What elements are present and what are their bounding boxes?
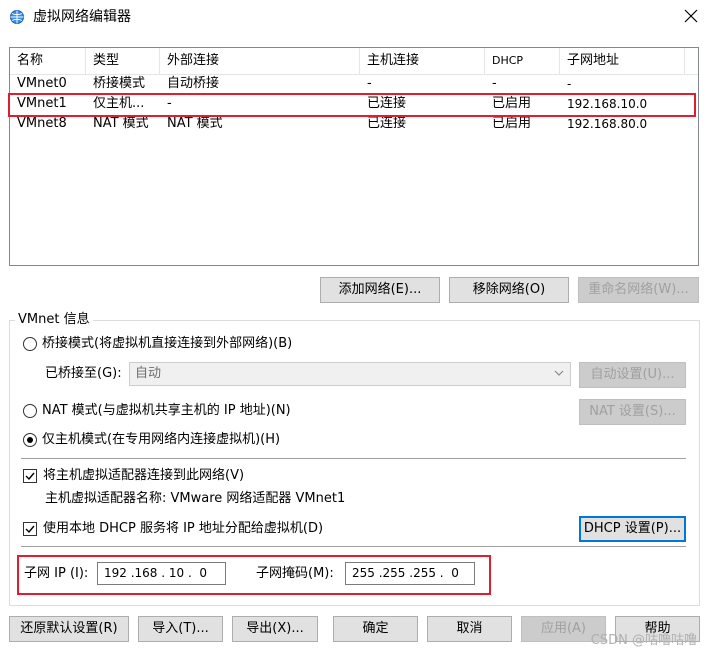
ok-button[interactable]: 确定 <box>333 616 418 642</box>
close-icon[interactable] <box>683 8 699 24</box>
subnet-ip-label: 子网 IP (I): <box>24 566 89 581</box>
bridged-label[interactable]: 桥接模式(将虚拟机直接连接到外部网络)(B) <box>42 335 292 353</box>
cell-name: VMnet0 <box>17 76 67 91</box>
nat-settings-button[interactable]: NAT 设置(S)... <box>579 399 686 425</box>
column-header-external[interactable]: 外部连接 <box>160 48 360 74</box>
cell-name: VMnet8 <box>17 116 67 131</box>
cell-subnet: - <box>567 77 572 91</box>
bridged-to-value: 自动 <box>135 366 162 381</box>
auto-settings-button[interactable]: 自动设置(U)... <box>579 362 686 388</box>
nat-radio[interactable] <box>23 404 37 418</box>
cell-host: - <box>367 76 372 91</box>
adapter-name-label: 主机虚拟适配器名称: VMware 网络适配器 VMnet1 <box>45 491 346 506</box>
cell-dhcp: 已启用 <box>492 116 532 131</box>
dhcp-settings-button[interactable]: DHCP 设置(P)... <box>579 516 686 542</box>
cell-dhcp: - <box>492 76 497 91</box>
divider <box>21 546 686 547</box>
host-only-radio[interactable] <box>23 433 37 447</box>
connect-adapter-label[interactable]: 将主机虚拟适配器连接到此网络(V) <box>43 467 244 485</box>
table-row[interactable]: VMnet1 仅主机... - 已连接 已启用 192.168.10.0 <box>10 94 698 114</box>
use-dhcp-label[interactable]: 使用本地 DHCP 服务将 IP 地址分配给虚拟机(D) <box>43 520 323 538</box>
rename-network-button[interactable]: 重命名网络(W)... <box>578 277 699 303</box>
add-network-button[interactable]: 添加网络(E)... <box>320 277 440 303</box>
window-title: 虚拟网络编辑器 <box>33 9 131 25</box>
cell-host: 已连接 <box>367 116 407 131</box>
cell-subnet: 192.168.80.0 <box>567 117 648 131</box>
connect-adapter-checkbox[interactable] <box>23 469 37 483</box>
import-button[interactable]: 导入(T)... <box>138 616 223 642</box>
restore-defaults-button[interactable]: 还原默认设置(R) <box>9 616 129 642</box>
column-header-dhcp[interactable]: DHCP <box>485 48 560 74</box>
bridged-to-label: 已桥接至(G): <box>45 366 122 381</box>
checkmark-icon <box>25 472 35 481</box>
cell-type: 桥接模式 <box>93 76 146 91</box>
bridged-radio[interactable] <box>23 337 37 351</box>
cell-external: 自动桥接 <box>167 76 220 91</box>
remove-network-button[interactable]: 移除网络(O) <box>449 277 569 303</box>
subnet-mask-input[interactable]: 255 .255 .255 . 0 <box>345 562 475 585</box>
export-button[interactable]: 导出(X)... <box>232 616 318 642</box>
table-row[interactable]: VMnet0 桥接模式 自动桥接 - - - <box>10 74 698 94</box>
nat-label[interactable]: NAT 模式(与虚拟机共享主机的 IP 地址)(N) <box>42 402 291 420</box>
cell-external: NAT 模式 <box>167 116 223 131</box>
cell-subnet: 192.168.10.0 <box>567 97 648 111</box>
divider <box>21 458 686 459</box>
cell-type: 仅主机... <box>93 96 145 111</box>
table-row[interactable]: VMnet8 NAT 模式 NAT 模式 已连接 已启用 192.168.80.… <box>10 114 698 134</box>
column-header-subnet[interactable]: 子网地址 <box>560 48 685 74</box>
cell-host: 已连接 <box>367 96 407 111</box>
network-editor-icon <box>10 10 24 24</box>
checkmark-icon <box>25 525 35 534</box>
network-list[interactable]: 名称 类型 外部连接 主机连接 DHCP 子网地址 VMnet0 桥接模式 自动… <box>9 47 699 266</box>
vmnet-info-label: VMnet 信息 <box>15 312 93 328</box>
cell-external: - <box>167 96 172 111</box>
column-header-name[interactable]: 名称 <box>10 48 86 74</box>
cell-name: VMnet1 <box>17 96 67 111</box>
subnet-mask-label: 子网掩码(M): <box>256 566 334 581</box>
cell-type: NAT 模式 <box>93 116 149 131</box>
chevron-down-icon <box>554 370 564 376</box>
cell-dhcp: 已启用 <box>492 96 532 111</box>
list-header: 名称 类型 外部连接 主机连接 DHCP 子网地址 <box>10 48 698 75</box>
bridged-to-select[interactable]: 自动 <box>129 362 571 386</box>
column-header-host[interactable]: 主机连接 <box>360 48 485 74</box>
column-header-type[interactable]: 类型 <box>86 48 160 74</box>
watermark: CSDN @咕噜咕噜 <box>590 633 697 648</box>
subnet-ip-input[interactable]: 192 .168 . 10 . 0 <box>97 562 226 585</box>
use-dhcp-checkbox[interactable] <box>23 522 37 536</box>
host-only-label[interactable]: 仅主机模式(在专用网络内连接虚拟机)(H) <box>42 431 280 449</box>
cancel-button[interactable]: 取消 <box>427 616 512 642</box>
